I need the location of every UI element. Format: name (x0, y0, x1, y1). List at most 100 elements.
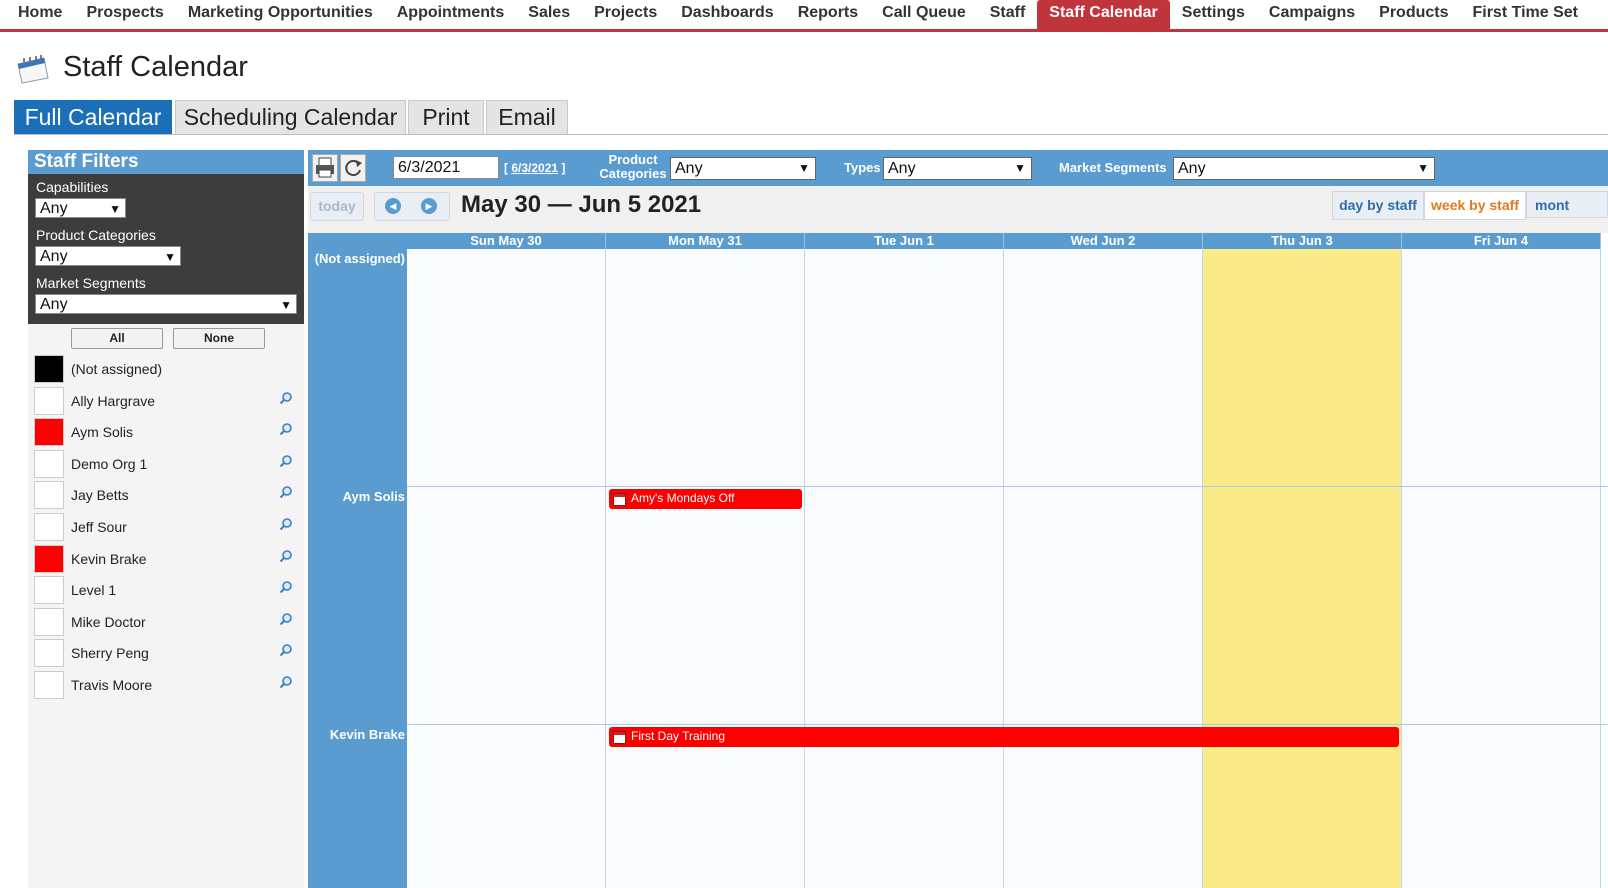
market-segments-select[interactable]: Any ▼ (35, 294, 297, 314)
day-column-tue-jun-1[interactable] (805, 249, 1004, 888)
print-button[interactable] (312, 154, 338, 182)
nav-campaigns[interactable]: Campaigns (1257, 0, 1367, 29)
staff-color-swatch[interactable] (34, 449, 64, 478)
day-column-sun-may-30[interactable] (407, 249, 606, 888)
staff-color-swatch[interactable] (34, 513, 64, 541)
row-divider (407, 724, 1608, 725)
staff-filters-form: Capabilities Any ▼ Product Categories An… (28, 174, 304, 324)
staff-color-swatch[interactable] (34, 544, 64, 573)
day-header-tue-jun-1: Tue Jun 1 (805, 233, 1004, 249)
zoom-icon[interactable] (279, 485, 293, 499)
product-categories-filter-label: Product Categories (599, 152, 667, 181)
day-column-thu-jun-3[interactable] (1203, 249, 1402, 888)
staff-color-swatch[interactable] (34, 607, 64, 636)
chevron-down-icon: ▼ (1417, 161, 1429, 175)
event-amy-s-mondays-off[interactable]: Amy's Mondays Off (609, 489, 802, 509)
staff-color-swatch[interactable] (34, 386, 64, 415)
select-none-button[interactable]: None (173, 328, 265, 349)
chevron-down-icon: ▼ (164, 250, 176, 264)
staff-color-swatch[interactable] (34, 355, 64, 383)
nav-staff-calendar[interactable]: Staff Calendar (1037, 0, 1170, 29)
view-day-by-staff-button[interactable]: day by staff (1332, 191, 1424, 220)
row-label-aym-solis: Aym Solis (342, 489, 405, 504)
view-week-by-staff-button[interactable]: week by staff (1424, 191, 1526, 220)
zoom-icon[interactable] (279, 391, 293, 405)
prev-week-button[interactable]: ◀ (385, 198, 401, 214)
calendar-notepad-icon (17, 55, 49, 84)
day-column-wed-jun-2[interactable] (1004, 249, 1203, 888)
zoom-icon[interactable] (279, 675, 293, 689)
day-header-fri-jun-4: Fri Jun 4 (1402, 233, 1601, 249)
calendar-header: today ◀ ▶ May 30 — Jun 5 2021 day by sta… (308, 186, 1608, 233)
nav-home[interactable]: Home (0, 0, 74, 29)
staff-color-swatch[interactable] (34, 481, 64, 510)
staff-item-travis-moore[interactable]: Travis Moore (34, 671, 299, 699)
nav-call-queue[interactable]: Call Queue (870, 0, 978, 29)
day-column-fri-jun-4[interactable] (1402, 249, 1601, 888)
staff-color-swatch[interactable] (34, 576, 64, 605)
next-week-button[interactable]: ▶ (421, 198, 437, 214)
staff-item-mike-doctor[interactable]: Mike Doctor (34, 607, 299, 636)
staff-item-jeff-sour[interactable]: Jeff Sour (34, 513, 299, 541)
main-nav: Home Prospects Marketing Opportunities Appo… (0, 0, 1608, 32)
select-all-button[interactable]: All (71, 328, 163, 349)
staff-item-kevin-brake[interactable]: Kevin Brake (34, 544, 299, 573)
zoom-icon[interactable] (279, 612, 293, 626)
nav-marketing-opportunities[interactable]: Marketing Opportunities (176, 0, 385, 29)
zoom-icon[interactable] (279, 454, 293, 468)
nav-settings[interactable]: Settings (1170, 0, 1257, 29)
zoom-icon[interactable] (279, 580, 293, 594)
staff-name: Mike Doctor (71, 613, 146, 630)
tab-print[interactable]: Print (408, 100, 484, 134)
nav-sales[interactable]: Sales (516, 0, 582, 29)
nav-reports[interactable]: Reports (786, 0, 870, 29)
product-categories-filter-select[interactable]: Any ▼ (670, 157, 816, 180)
tab-scheduling-calendar[interactable]: Scheduling Calendar (175, 100, 406, 134)
day-column-mon-may-31[interactable] (606, 249, 805, 888)
nav-dashboards[interactable]: Dashboards (669, 0, 785, 29)
zoom-icon[interactable] (279, 549, 293, 563)
event-first-day-training[interactable]: First Day Training (609, 727, 1399, 747)
tab-email[interactable]: Email (486, 100, 568, 134)
chevron-down-icon: ▼ (1014, 161, 1026, 175)
today-date-link[interactable]: [ 6/3/2021 ] (504, 161, 565, 175)
prev-next-group: ◀ ▶ (374, 192, 450, 221)
nav-staff[interactable]: Staff (978, 0, 1038, 29)
product-categories-select[interactable]: Any ▼ (35, 246, 181, 266)
zoom-icon[interactable] (279, 422, 293, 436)
nav-projects[interactable]: Projects (582, 0, 669, 29)
types-filter-select[interactable]: Any ▼ (883, 157, 1032, 180)
staff-filters-panel: Staff Filters Capabilities Any ▼ Product… (28, 150, 304, 888)
market-segments-filter-select[interactable]: Any ▼ (1173, 157, 1435, 180)
date-input[interactable]: 6/3/2021 (393, 156, 499, 179)
view-month-button[interactable]: mont (1526, 191, 1608, 218)
staff-item-ally-hargrave[interactable]: Ally Hargrave (34, 386, 299, 415)
zoom-icon[interactable] (279, 643, 293, 657)
product-categories-value: Any (40, 248, 68, 265)
staff-color-swatch[interactable] (34, 671, 64, 699)
staff-item-sherry-peng[interactable]: Sherry Peng (34, 639, 299, 668)
staff-item-aym-solis[interactable]: Aym Solis (34, 418, 299, 447)
staff-item-not-assigned[interactable]: (Not assigned) (34, 355, 299, 383)
tab-full-calendar[interactable]: Full Calendar (14, 100, 172, 134)
today-button[interactable]: today (310, 192, 364, 221)
staff-item-demo-org-1[interactable]: Demo Org 1 (34, 449, 299, 478)
calendar-toolbar: 6/3/2021 [ 6/3/2021 ] Product Categories… (308, 150, 1608, 186)
day-header-mon-may-31: Mon May 31 (606, 233, 805, 249)
capabilities-select[interactable]: Any ▼ (35, 198, 126, 218)
nav-appointments[interactable]: Appointments (385, 0, 517, 29)
date-range-title: May 30 — Jun 5 2021 (461, 191, 702, 218)
staff-name: (Not assigned) (71, 361, 163, 377)
staff-name: Sherry Peng (71, 645, 149, 662)
day-header-sun-may-30: Sun May 30 (407, 233, 606, 249)
staff-color-swatch[interactable] (34, 418, 64, 447)
nav-first-time-setup[interactable]: First Time Set (1460, 0, 1590, 29)
nav-prospects[interactable]: Prospects (74, 0, 175, 29)
day-header-thu-jun-3: Thu Jun 3 (1203, 233, 1402, 249)
zoom-icon[interactable] (279, 517, 293, 531)
staff-item-jay-betts[interactable]: Jay Betts (34, 481, 299, 510)
nav-products[interactable]: Products (1367, 0, 1460, 29)
refresh-button[interactable] (340, 154, 366, 182)
staff-color-swatch[interactable] (34, 639, 64, 668)
staff-item-level-1[interactable]: Level 1 (34, 576, 299, 605)
